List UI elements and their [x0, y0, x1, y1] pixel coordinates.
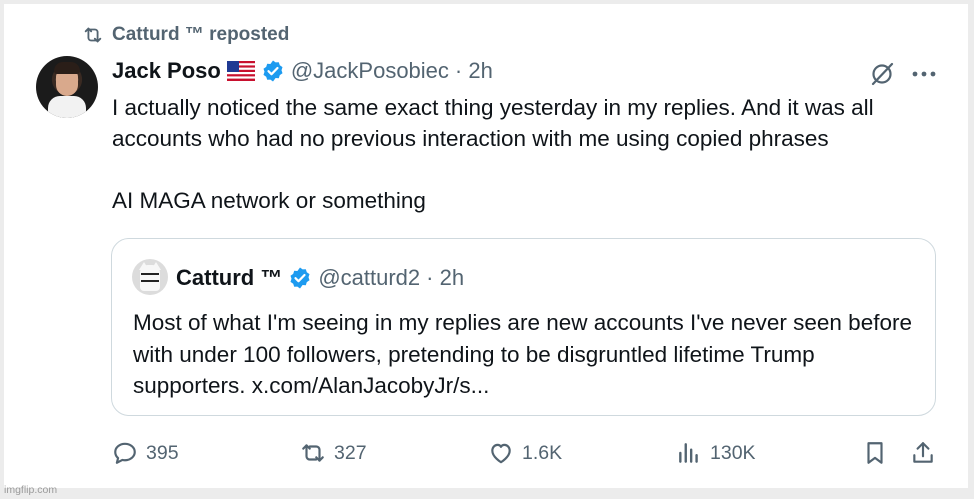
- avatar[interactable]: [36, 56, 98, 118]
- quote-header: Catturd ™ @catturd2 · 2h: [176, 265, 464, 291]
- quote-author-name[interactable]: Catturd ™: [176, 265, 282, 291]
- more-icon[interactable]: [910, 68, 938, 80]
- share-button[interactable]: [910, 440, 936, 466]
- watermark: imgflip.com: [4, 484, 58, 496]
- share-icon: [913, 442, 933, 463]
- tweet-body: I actually noticed the same exact thing …: [112, 92, 952, 216]
- repost-label: Catturd ™ reposted: [112, 24, 290, 45]
- quote-avatar[interactable]: [132, 259, 168, 295]
- us-flag-icon: [226, 61, 255, 81]
- bookmark-icon: [867, 442, 883, 464]
- views-icon: [679, 443, 698, 463]
- reply-count: 395: [146, 441, 179, 464]
- views-count: 130K: [710, 441, 756, 464]
- quote-author-handle[interactable]: @catturd2: [318, 265, 420, 291]
- reply-button[interactable]: 395: [112, 440, 179, 466]
- repost-icon: [302, 444, 324, 462]
- repost-indicator[interactable]: Catturd ™ reposted: [82, 24, 289, 46]
- tweet-paragraph: I actually noticed the same exact thing …: [112, 95, 874, 151]
- author-handle[interactable]: @JackPosobiec: [291, 58, 449, 84]
- quoted-tweet[interactable]: Catturd ™ @catturd2 · 2h Most of what I'…: [111, 238, 936, 416]
- like-count: 1.6K: [522, 441, 563, 464]
- reply-icon: [114, 442, 136, 464]
- like-button[interactable]: 1.6K: [488, 440, 562, 466]
- tweet-time[interactable]: · 2h: [455, 58, 493, 84]
- repost-button[interactable]: 327: [300, 440, 367, 466]
- tweet-header: Jack Poso @JackPosobiec · 2h: [112, 58, 493, 84]
- repost-count: 327: [334, 441, 367, 464]
- author-name[interactable]: Jack Poso: [112, 58, 221, 84]
- quote-body: Most of what I'm seeing in my replies ar…: [133, 310, 912, 398]
- action-bar: 395 327 1.6K 130K: [112, 440, 944, 472]
- tweet-paragraph: AI MAGA network or something: [112, 188, 426, 213]
- quote-time[interactable]: · 2h: [426, 265, 464, 291]
- verified-badge-icon: [263, 60, 283, 82]
- grok-icon[interactable]: [868, 60, 896, 88]
- bookmark-button[interactable]: [862, 440, 888, 466]
- verified-badge-icon: [290, 267, 310, 289]
- tweet-card[interactable]: Catturd ™ reposted Jack Poso @JackPosobi…: [4, 4, 968, 488]
- repost-icon: [84, 27, 102, 43]
- views-button[interactable]: 130K: [676, 440, 756, 466]
- heart-icon: [491, 443, 511, 464]
